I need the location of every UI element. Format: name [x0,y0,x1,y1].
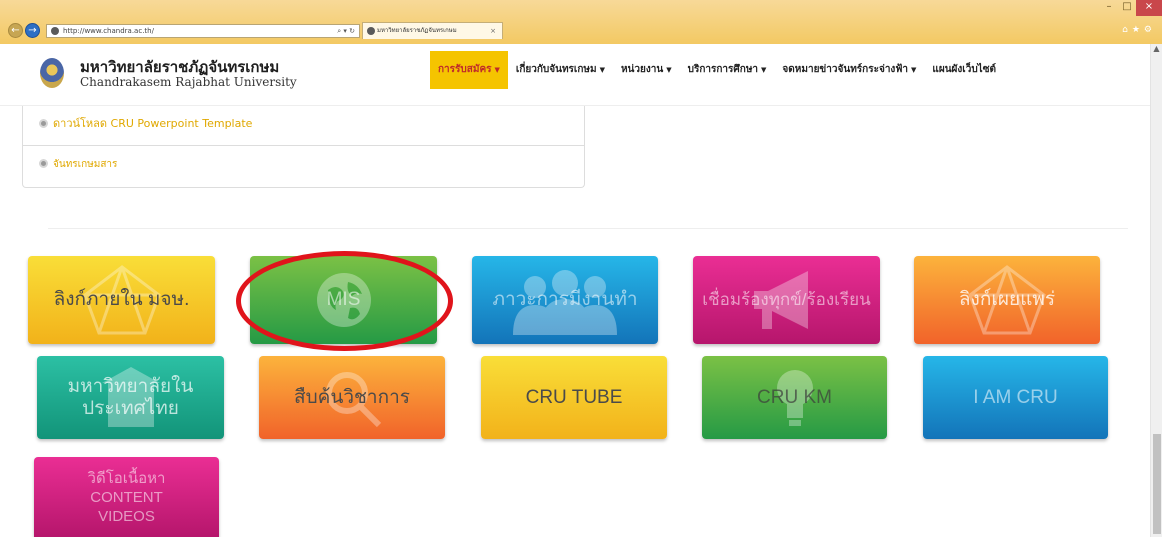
menu-label: หน่วยงาน [620,64,664,75]
chevron-down-icon: ▼ [666,66,672,74]
tile-publish-links[interactable]: ลิงก์เผยแพร่ [914,256,1100,344]
menu-item-sitemap[interactable]: แผนผังเว็บไซต์ [924,51,1004,89]
menu-label: การรับสมัคร [438,64,492,75]
chevron-down-icon: ▼ [911,66,917,74]
chevron-down-icon: ▼ [494,66,500,74]
brand-name-english[interactable]: Chandrakasem Rajabhat University [80,75,297,89]
tile-label: วิดีโอเนื้อหา CONTENT VIDEOS [87,469,166,525]
window-controls: – □ × [1100,0,1162,20]
menu-label: เกี่ยวกับจันทรเกษม [515,64,597,75]
list-item[interactable]: ดาวน์โหลด CRU Powerpoint Template [23,106,584,146]
tile-label: I AM CRU [973,386,1058,408]
address-tools[interactable]: ⌕ ▾ ↻ [337,25,355,37]
university-logo-icon[interactable] [40,58,64,88]
tile-label: CRU TUBE [525,386,623,408]
minimize-button[interactable]: – [1100,0,1118,16]
site-header: มหาวิทยาลัยราชภัฏจันทรเกษม Chandrakasem … [0,44,1150,106]
site-favicon-icon [51,27,59,35]
browser-chrome: ← → http://www.chandra.ac.th/ ⌕ ▾ ↻ มหาว… [0,0,1162,44]
toolbar-icons[interactable]: ⌂★⚙ [1122,25,1156,35]
tile-label: ลิงก์เผยแพร่ [958,289,1056,310]
tile-label: สืบค้นวิชาการ [294,386,410,408]
maximize-button[interactable]: □ [1118,0,1136,16]
list-item[interactable]: จันทรเกษมสาร [23,147,584,187]
tab-title: มหาวิทยาลัยราชภัฏจันทรเกษม [377,27,457,34]
tile-label: CRU KM [757,386,832,408]
tile-complaints[interactable]: เชื่อมร้องทุกข์/ร้องเรียน [693,256,880,344]
download-link-list: ดาวน์โหลด CRU Powerpoint Template จันทรเ… [22,106,585,188]
scrollbar-thumb[interactable] [1153,434,1161,534]
browser-tab[interactable]: มหาวิทยาลัยราชภัฏจันทรเกษม × [362,22,503,39]
menu-item-services[interactable]: บริการการศึกษา ▼ [680,51,775,89]
mis-highlight-circle [236,251,453,351]
menu-item-units[interactable]: หน่วยงาน ▼ [613,51,680,89]
tile-internal-links[interactable]: ลิงก์ภายใน มจษ. [28,256,215,344]
tile-cru-km[interactable]: CRU KM [702,356,887,439]
tile-label: เชื่อมร้องทุกข์/ร้องเรียน [702,290,871,309]
address-url: http://www.chandra.ac.th/ [63,27,154,35]
tile-label: ลิงก์ภายใน มจษ. [53,289,190,310]
forward-arrow-icon[interactable]: → [25,23,40,38]
scroll-up-arrow-icon[interactable]: ▲ [1151,44,1162,56]
menu-label: แผนผังเว็บไซต์ [932,64,996,75]
tile-universities-thailand[interactable]: มหาวิทยาลัยในประเทศไทย [37,356,224,439]
section-divider [48,228,1128,229]
tab-favicon-icon [367,27,375,35]
main-menu: การรับสมัคร ▼ เกี่ยวกับจันทรเกษม ▼ หน่วยงา… [430,50,1004,90]
chevron-down-icon: ▼ [761,66,767,74]
back-arrow-icon[interactable]: ← [8,23,23,38]
link-text[interactable]: ดาวน์โหลด CRU Powerpoint Template [53,117,252,130]
menu-item-newsletter[interactable]: จดหมายข่าวจันทร์กระจ่างฟ้า ▼ [774,51,924,89]
bullet-icon [39,119,48,128]
link-text[interactable]: จันทรเกษมสาร [53,159,117,170]
close-window-button[interactable]: × [1136,0,1162,16]
menu-item-admission[interactable]: การรับสมัคร ▼ [430,51,508,89]
menu-label: บริการการศึกษา [687,64,759,75]
tile-academic-search[interactable]: สืบค้นวิชาการ [259,356,445,439]
bullet-icon [39,159,48,168]
tile-cru-tube[interactable]: CRU TUBE [481,356,667,439]
tile-i-am-cru[interactable]: I AM CRU [923,356,1108,439]
address-bar[interactable]: http://www.chandra.ac.th/ ⌕ ▾ ↻ [46,24,360,38]
chevron-down-icon: ▼ [599,66,605,74]
page-scrollbar[interactable]: ▲ [1150,44,1162,537]
tile-label: มหาวิทยาลัยในประเทศไทย [67,375,194,419]
tile-content-videos[interactable]: วิดีโอเนื้อหา CONTENT VIDEOS [34,457,219,537]
menu-label: จดหมายข่าวจันทร์กระจ่างฟ้า [782,64,909,75]
tab-close-icon[interactable]: × [490,23,496,39]
tile-employment[interactable]: ภาวะการมีงานทำ [472,256,658,344]
menu-item-about[interactable]: เกี่ยวกับจันทรเกษม ▼ [508,51,613,89]
tile-label: ภาวะการมีงานทำ [492,289,638,310]
